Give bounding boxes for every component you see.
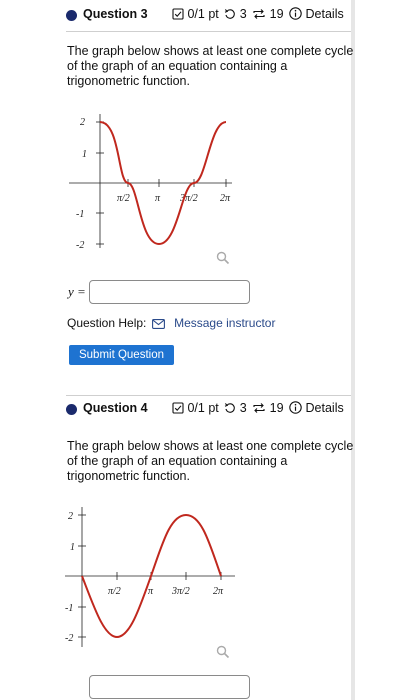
x-tick-label: 3π/2: [171, 586, 190, 597]
question-prompt: The graph below shows at least one compl…: [67, 439, 354, 483]
retries-count: 3: [239, 401, 247, 415]
question-meta: 0/1 pt 3 19 Details: [172, 7, 346, 21]
points-text: 0/1 pt: [187, 7, 219, 21]
y-tick-label: -2: [65, 633, 73, 644]
divider: [66, 31, 351, 32]
retry-icon: [225, 9, 236, 19]
y-tick-label: 2: [68, 511, 73, 522]
checkbox-icon: [172, 402, 184, 414]
y-tick-label: 2: [80, 117, 85, 128]
x-tick-label: π: [148, 586, 154, 597]
question-3-graph: 2 1 -1 -2 π/2 π 3π/2 2π: [60, 110, 240, 255]
answer-input[interactable]: [89, 675, 250, 699]
y-tick-label: -1: [76, 209, 84, 220]
magnifier-icon[interactable]: [216, 251, 230, 265]
message-instructor-link[interactable]: Message instructor: [174, 316, 275, 330]
x-tick-label: 2π: [220, 193, 231, 204]
y-tick-label: 1: [82, 149, 87, 160]
question-4-header: Question 4 0/1 pt 3 19 Details: [66, 398, 356, 422]
question-meta: 0/1 pt 3 19 Details: [172, 401, 346, 415]
scrollbar-track[interactable]: [351, 0, 355, 700]
question-status-dot: [66, 10, 77, 21]
magnifier-icon[interactable]: [216, 645, 230, 659]
submissions-count: 19: [269, 7, 284, 21]
submit-question-button[interactable]: Submit Question: [69, 345, 174, 365]
answer-input[interactable]: [89, 280, 250, 304]
question-help: Question Help: Message instructor: [67, 316, 275, 330]
retries-count: 3: [239, 7, 247, 21]
y-tick-label: 1: [70, 542, 75, 553]
checkbox-icon: [172, 8, 184, 20]
submissions-icon: [253, 403, 265, 413]
graph-svg: 2 1 -1 -2 π/2 π 3π/2 2π: [65, 507, 235, 647]
info-icon[interactable]: [289, 401, 302, 414]
question-prompt: The graph below shows at least one compl…: [67, 44, 354, 88]
details-link[interactable]: Details: [306, 401, 344, 415]
question-title: Question 3: [83, 7, 148, 21]
graph-svg: 2 1 -1 -2 π/2 π 3π/2 2π: [69, 114, 232, 251]
info-icon[interactable]: [289, 7, 302, 20]
question-3-header: Question 3 0/1 pt 3 19 Details: [66, 4, 356, 28]
question-4-graph: 2 1 -1 -2 π/2 π 3π/2 2π: [60, 503, 240, 654]
envelope-icon[interactable]: [151, 319, 165, 329]
question-title: Question 4: [83, 401, 148, 415]
divider: [66, 395, 351, 396]
x-tick-label: π/2: [117, 193, 130, 204]
x-tick-label: 2π: [213, 586, 224, 597]
submissions-icon: [253, 9, 265, 19]
question-status-dot: [66, 404, 77, 415]
details-link[interactable]: Details: [306, 7, 344, 21]
y-tick-label: -1: [65, 603, 73, 614]
help-label: Question Help:: [67, 316, 147, 330]
x-tick-label: π: [155, 193, 161, 204]
submissions-count: 19: [269, 401, 284, 415]
answer-label: y =: [68, 284, 86, 299]
x-tick-label: π/2: [108, 586, 121, 597]
points-text: 0/1 pt: [187, 401, 219, 415]
y-tick-label: -2: [76, 240, 84, 250]
retry-icon: [225, 403, 236, 413]
